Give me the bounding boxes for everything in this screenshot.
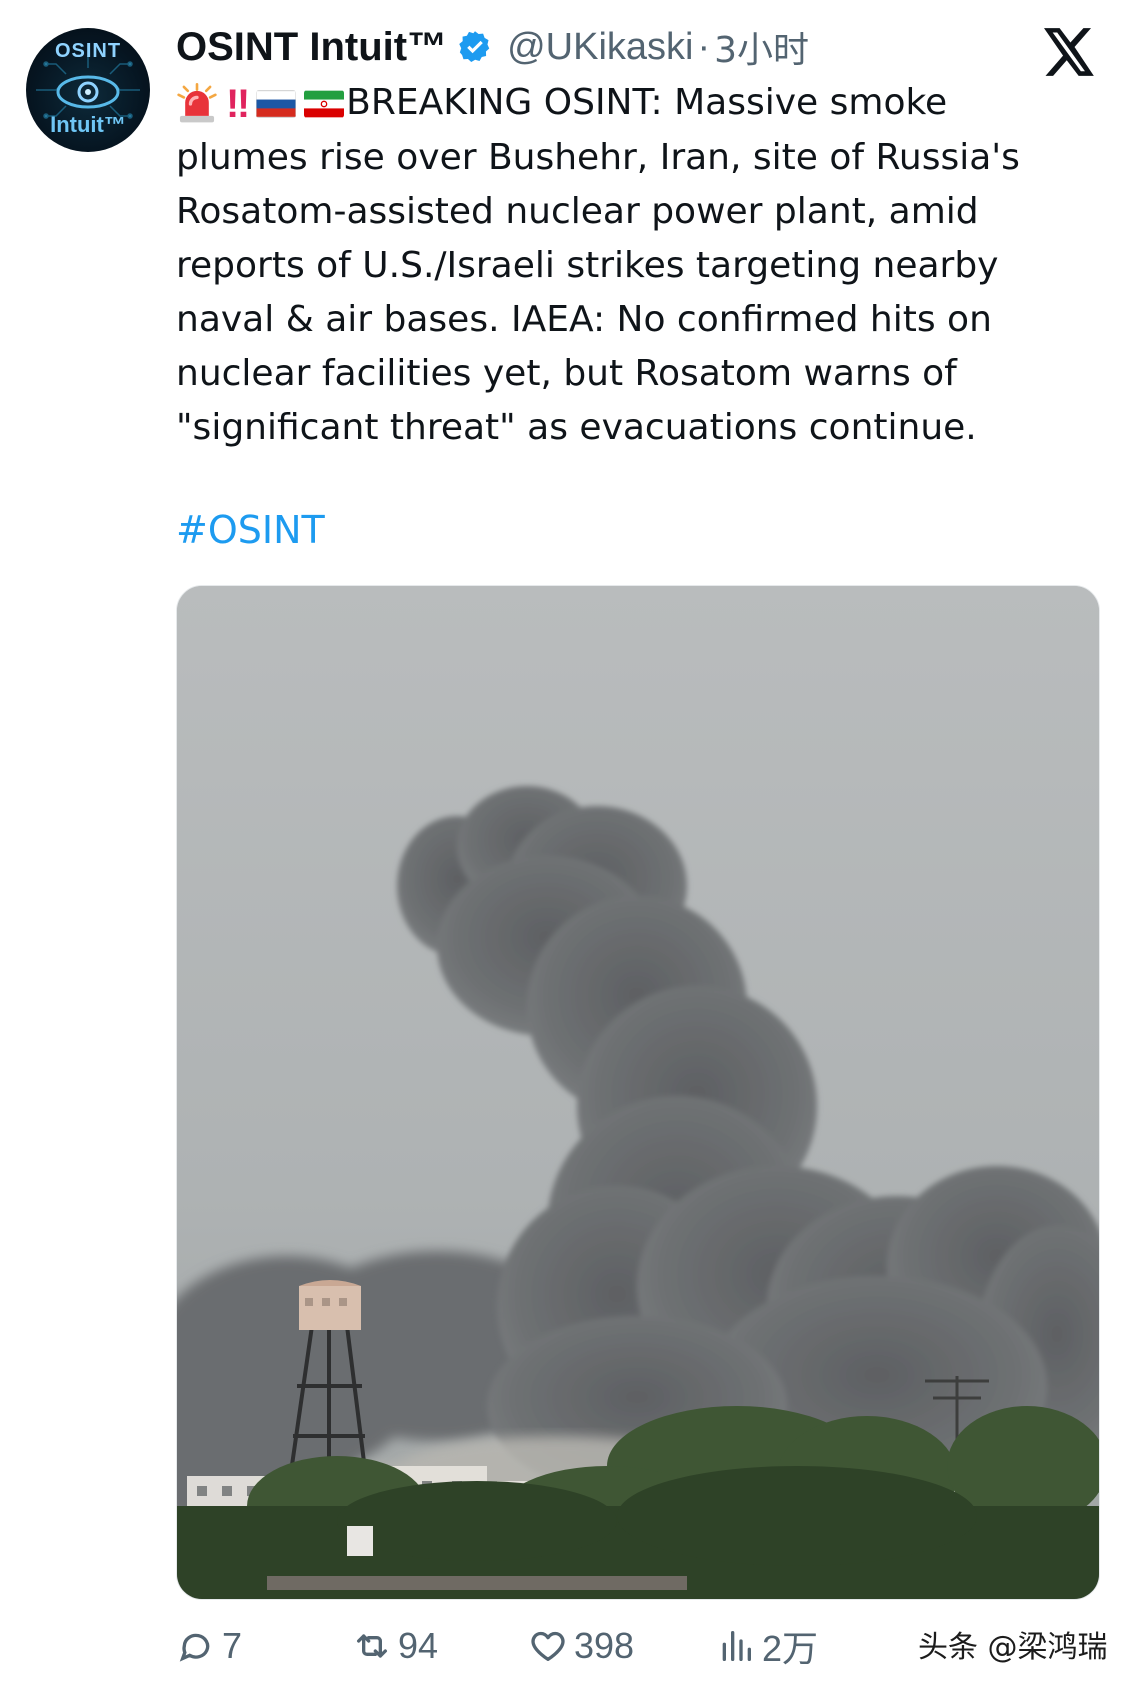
tweet-header: OSINT Intuit™ @UKikaski · 3小时 xyxy=(176,22,809,72)
hashtag-link[interactable]: #OSINT xyxy=(176,508,325,552)
view-count: 2万 xyxy=(762,1628,819,1669)
avatar[interactable]: OSINT Intuit™ xyxy=(26,28,150,152)
tweet-photo[interactable] xyxy=(176,585,1100,1600)
separator-dot: · xyxy=(697,25,711,68)
reply-icon xyxy=(179,1633,210,1662)
toutiao-watermark: 头条 @梁鸿瑞 xyxy=(918,1630,1108,1665)
tweet-emoji-lead: ‼ xyxy=(176,77,345,131)
views-chart-icon xyxy=(722,1631,751,1661)
reply-button[interactable]: 7 xyxy=(176,1620,242,1672)
avatar-text-top: OSINT xyxy=(54,40,122,62)
verified-badge-icon xyxy=(459,31,490,63)
x-logo-icon[interactable] xyxy=(1044,28,1096,76)
avatar-text-bottom: Intuit™ xyxy=(50,112,126,137)
like-button[interactable]: 398 xyxy=(528,1620,634,1672)
heart-icon xyxy=(531,1631,565,1661)
post-time[interactable]: 3小时 xyxy=(714,21,809,73)
tweet-body: BREAKING OSINT: Massive smoke plumes ris… xyxy=(176,82,1020,448)
like-count: 398 xyxy=(574,1625,635,1666)
views-button[interactable]: 2万 xyxy=(716,1620,818,1672)
reply-count: 7 xyxy=(222,1625,243,1666)
iran-flag-icon xyxy=(304,90,345,118)
russia-flag-icon xyxy=(256,90,297,118)
author-handle[interactable]: @UKikaski xyxy=(507,26,693,69)
siren-emoji-icon xyxy=(177,83,217,123)
repost-count: 94 xyxy=(398,1625,439,1666)
repost-button[interactable]: 94 xyxy=(352,1620,438,1672)
double-exclamation-emoji: ‼ xyxy=(226,82,250,126)
tweet-text: ‼ BREAKING OSINT: Massive smoke plumes r… xyxy=(176,76,1086,455)
repost-icon xyxy=(357,1634,387,1658)
smoke-plume-photo-icon xyxy=(177,586,1099,1599)
author-name[interactable]: OSINT Intuit™ xyxy=(176,25,447,70)
